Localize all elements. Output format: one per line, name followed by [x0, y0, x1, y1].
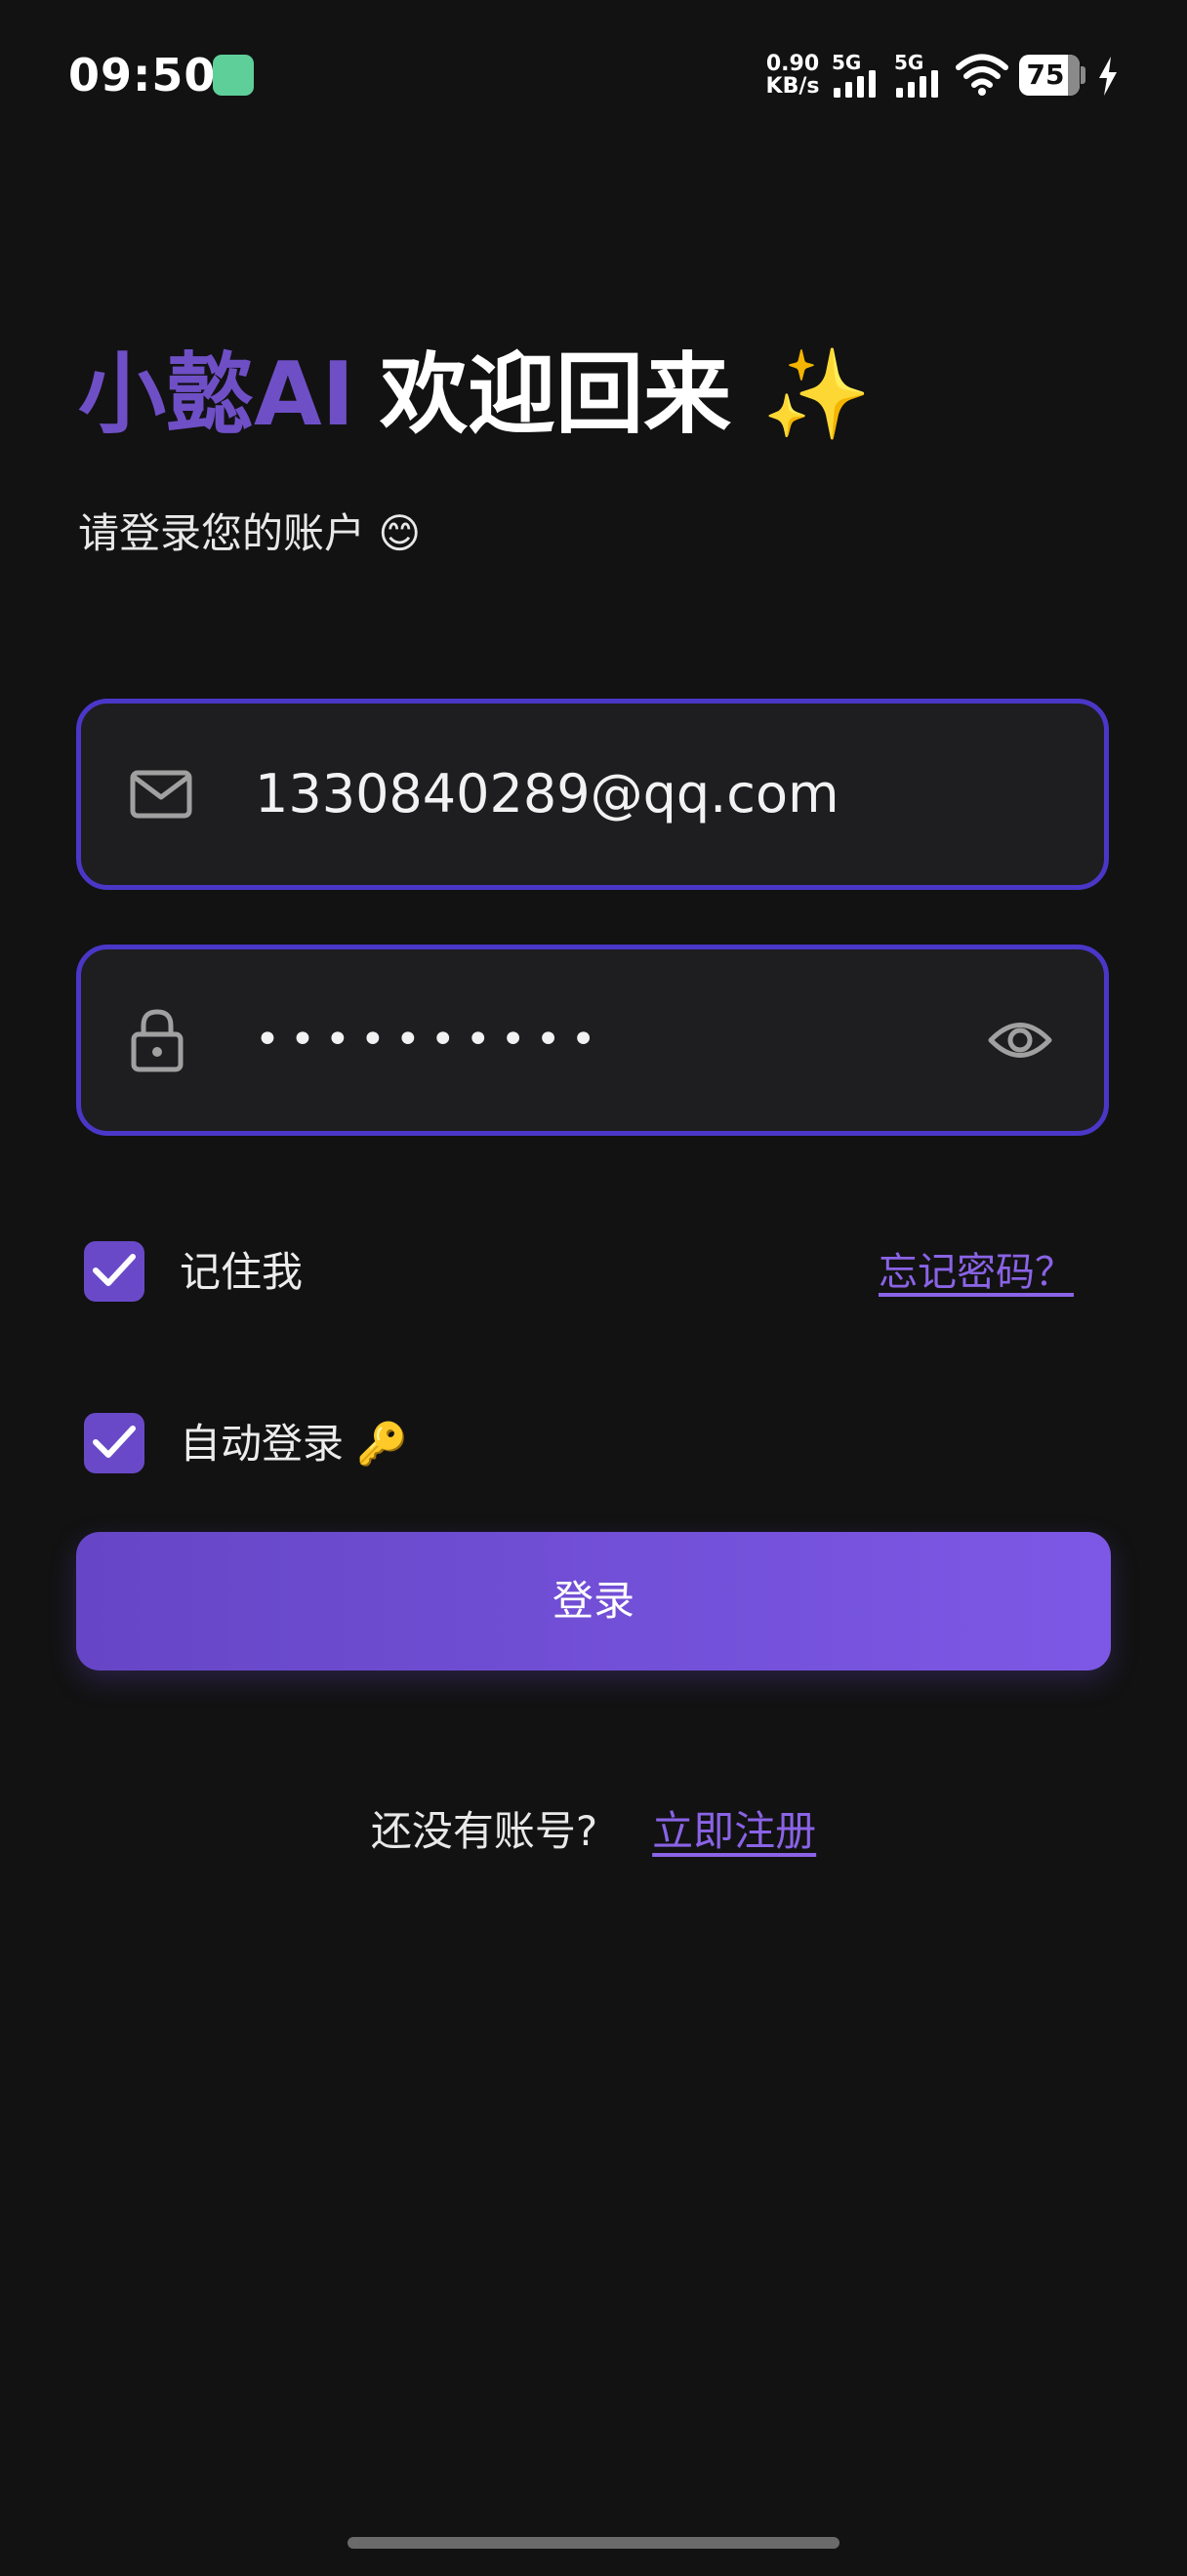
- auto-login-checkbox[interactable]: [84, 1413, 144, 1473]
- status-time: 09:50: [68, 49, 217, 101]
- network-speed-value: 0.90: [765, 52, 820, 76]
- email-field[interactable]: 1330840289@qq.com: [76, 699, 1109, 890]
- mail-icon: [130, 770, 192, 819]
- signal-icon: 5G: [832, 51, 884, 98]
- eye-icon[interactable]: [987, 1018, 1053, 1063]
- notification-app-icon: [213, 55, 254, 96]
- network-speed-unit: KB/s: [765, 74, 820, 99]
- no-account-text: 还没有账号?: [370, 1807, 598, 1855]
- remember-me-label: 记住我: [180, 1248, 304, 1296]
- checkmark-icon: [93, 1426, 136, 1458]
- status-bar: 09:50 0.90 KB/s 5G 5G 75: [0, 0, 1187, 156]
- lock-icon: [131, 1009, 184, 1072]
- battery-level: 75: [1026, 59, 1065, 91]
- battery-tip: [1081, 66, 1085, 84]
- forgot-password-link[interactable]: 忘记密码？: [879, 1241, 1074, 1304]
- charging-bolt-icon: [1099, 57, 1117, 96]
- signal-icon: 5G: [894, 51, 947, 98]
- welcome-text: 欢迎回来 ✨: [380, 343, 872, 446]
- checkmark-icon: [93, 1254, 136, 1286]
- email-input[interactable]: 1330840289@qq.com: [255, 704, 839, 885]
- network-speed: 0.90 KB/s: [765, 53, 820, 98]
- password-input[interactable]: ••••••••••: [255, 949, 606, 1131]
- home-indicator[interactable]: [348, 2537, 839, 2549]
- register-link[interactable]: 立即注册: [652, 1807, 816, 1855]
- auto-login-label: 自动登录 🔑: [180, 1420, 408, 1468]
- register-prompt: 还没有账号? 立即注册: [0, 1797, 1187, 1866]
- wifi-icon: [956, 54, 1008, 96]
- remember-me-checkbox[interactable]: [84, 1241, 144, 1302]
- battery-icon: 75: [1019, 55, 1080, 96]
- login-button[interactable]: 登录: [76, 1532, 1111, 1670]
- page-title: 小懿AI 欢迎回来 ✨: [78, 342, 872, 449]
- brand-name: 小懿AI: [78, 343, 355, 446]
- password-field[interactable]: ••••••••••: [76, 945, 1109, 1136]
- page-subtitle: 请登录您的账户 😊: [78, 509, 422, 557]
